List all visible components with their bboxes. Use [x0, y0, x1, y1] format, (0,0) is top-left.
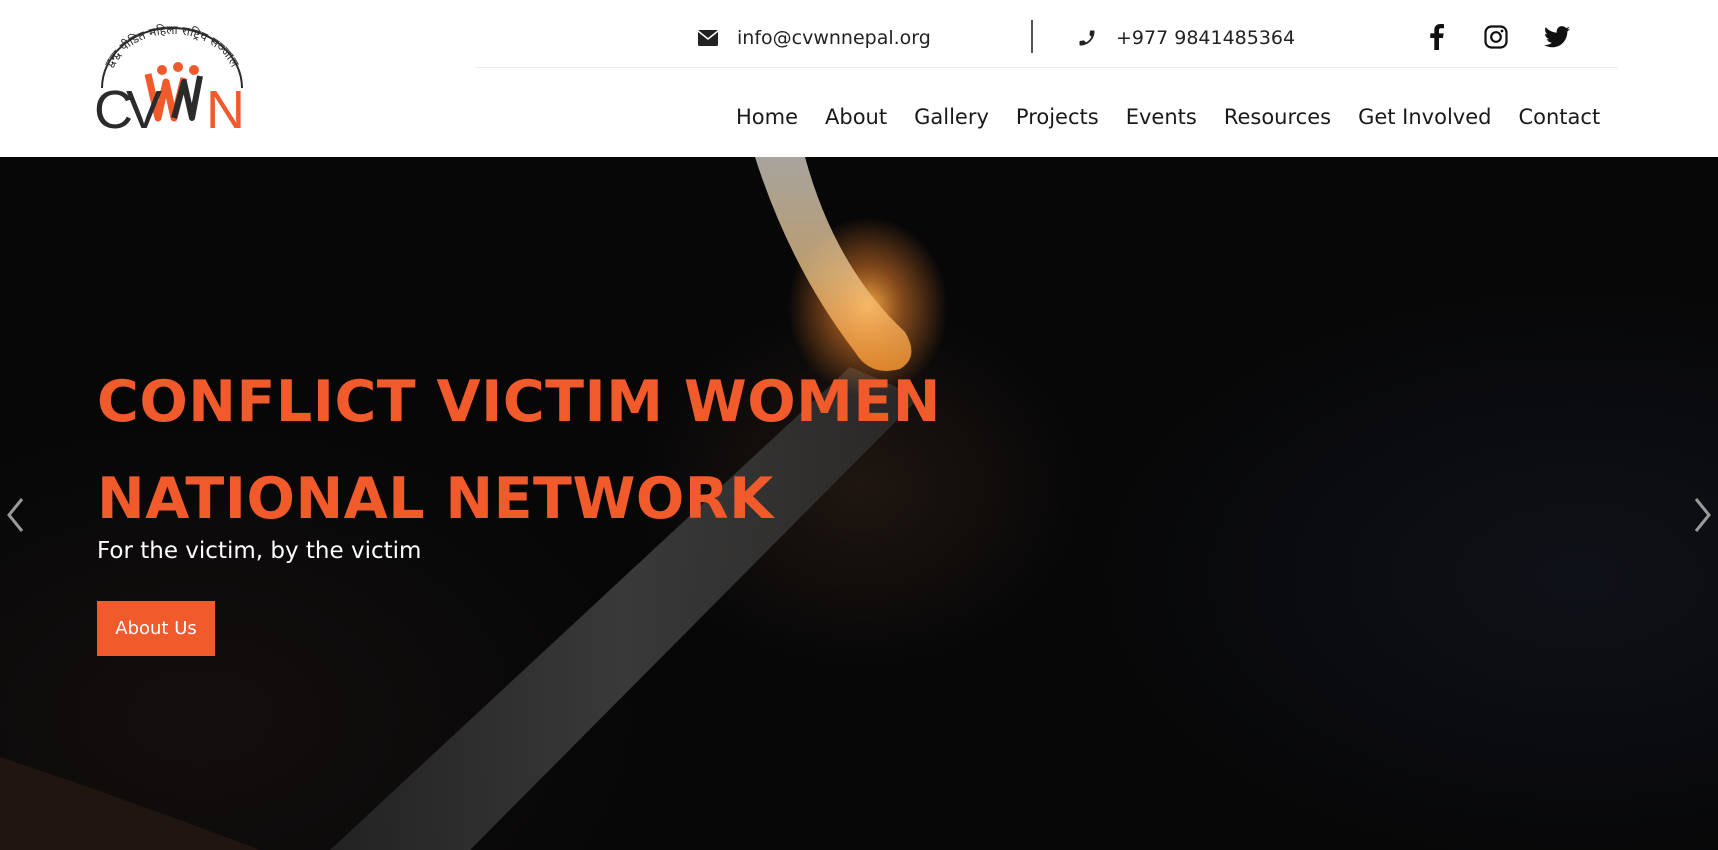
hero-slider: CONFLICT VICTIM WOMEN NATIONAL NETWORK F… — [0, 157, 1718, 850]
svg-text:N: N — [206, 80, 245, 134]
nav-item-events[interactable]: Events — [1126, 105, 1197, 129]
contact-topbar: info@cvwnnepal.org +977 9841485364 — [476, 14, 1618, 68]
phone-text[interactable]: +977 9841485364 — [1116, 27, 1295, 49]
nav-item-gallery[interactable]: Gallery — [914, 105, 989, 129]
hero-title-line-2: NATIONAL NETWORK — [97, 466, 774, 532]
hero-subtitle: For the victim, by the victim — [97, 538, 422, 564]
nav-item-home[interactable]: Home — [736, 105, 798, 129]
envelope-icon — [698, 28, 718, 48]
email-text[interactable]: info@cvwnnepal.org — [737, 27, 931, 49]
topbar-divider — [1031, 20, 1033, 53]
main-nav: Home About Gallery Projects Events Resou… — [736, 100, 1600, 134]
facebook-icon[interactable] — [1422, 22, 1452, 52]
site-header: द्वन्द्व पीडित महिला राष्ट्रिय सञ्जाल C … — [0, 0, 1718, 157]
email-contact[interactable]: info@cvwnnepal.org — [698, 25, 931, 51]
hero-title-line-1: CONFLICT VICTIM WOMEN — [97, 369, 942, 435]
instagram-icon[interactable] — [1481, 22, 1511, 52]
about-us-button[interactable]: About Us — [97, 601, 215, 656]
nav-item-projects[interactable]: Projects — [1016, 105, 1099, 129]
svg-text:द्वन्द्व पीडित महिला राष्ट्रिय: द्वन्द्व पीडित महिला राष्ट्रिय सञ्जाल — [102, 23, 242, 70]
logo-arc-text: द्वन्द्व पीडित महिला राष्ट्रिय सञ्जाल — [102, 23, 242, 70]
nav-item-get-involved[interactable]: Get Involved — [1358, 105, 1491, 129]
site-logo[interactable]: द्वन्द्व पीडित महिला राष्ट्रिय सञ्जाल C … — [94, 22, 250, 134]
phone-contact[interactable]: +977 9841485364 — [1077, 25, 1295, 51]
phone-icon — [1077, 28, 1097, 48]
chevron-left-icon[interactable] — [0, 490, 30, 540]
nav-item-contact[interactable]: Contact — [1518, 105, 1600, 129]
nav-item-about[interactable]: About — [825, 105, 887, 129]
twitter-icon[interactable] — [1542, 22, 1572, 52]
chevron-right-icon[interactable] — [1688, 490, 1718, 540]
hero-title: CONFLICT VICTIM WOMEN NATIONAL NETWORK — [97, 354, 1097, 548]
svg-text:V: V — [126, 80, 162, 134]
nav-item-resources[interactable]: Resources — [1224, 105, 1331, 129]
